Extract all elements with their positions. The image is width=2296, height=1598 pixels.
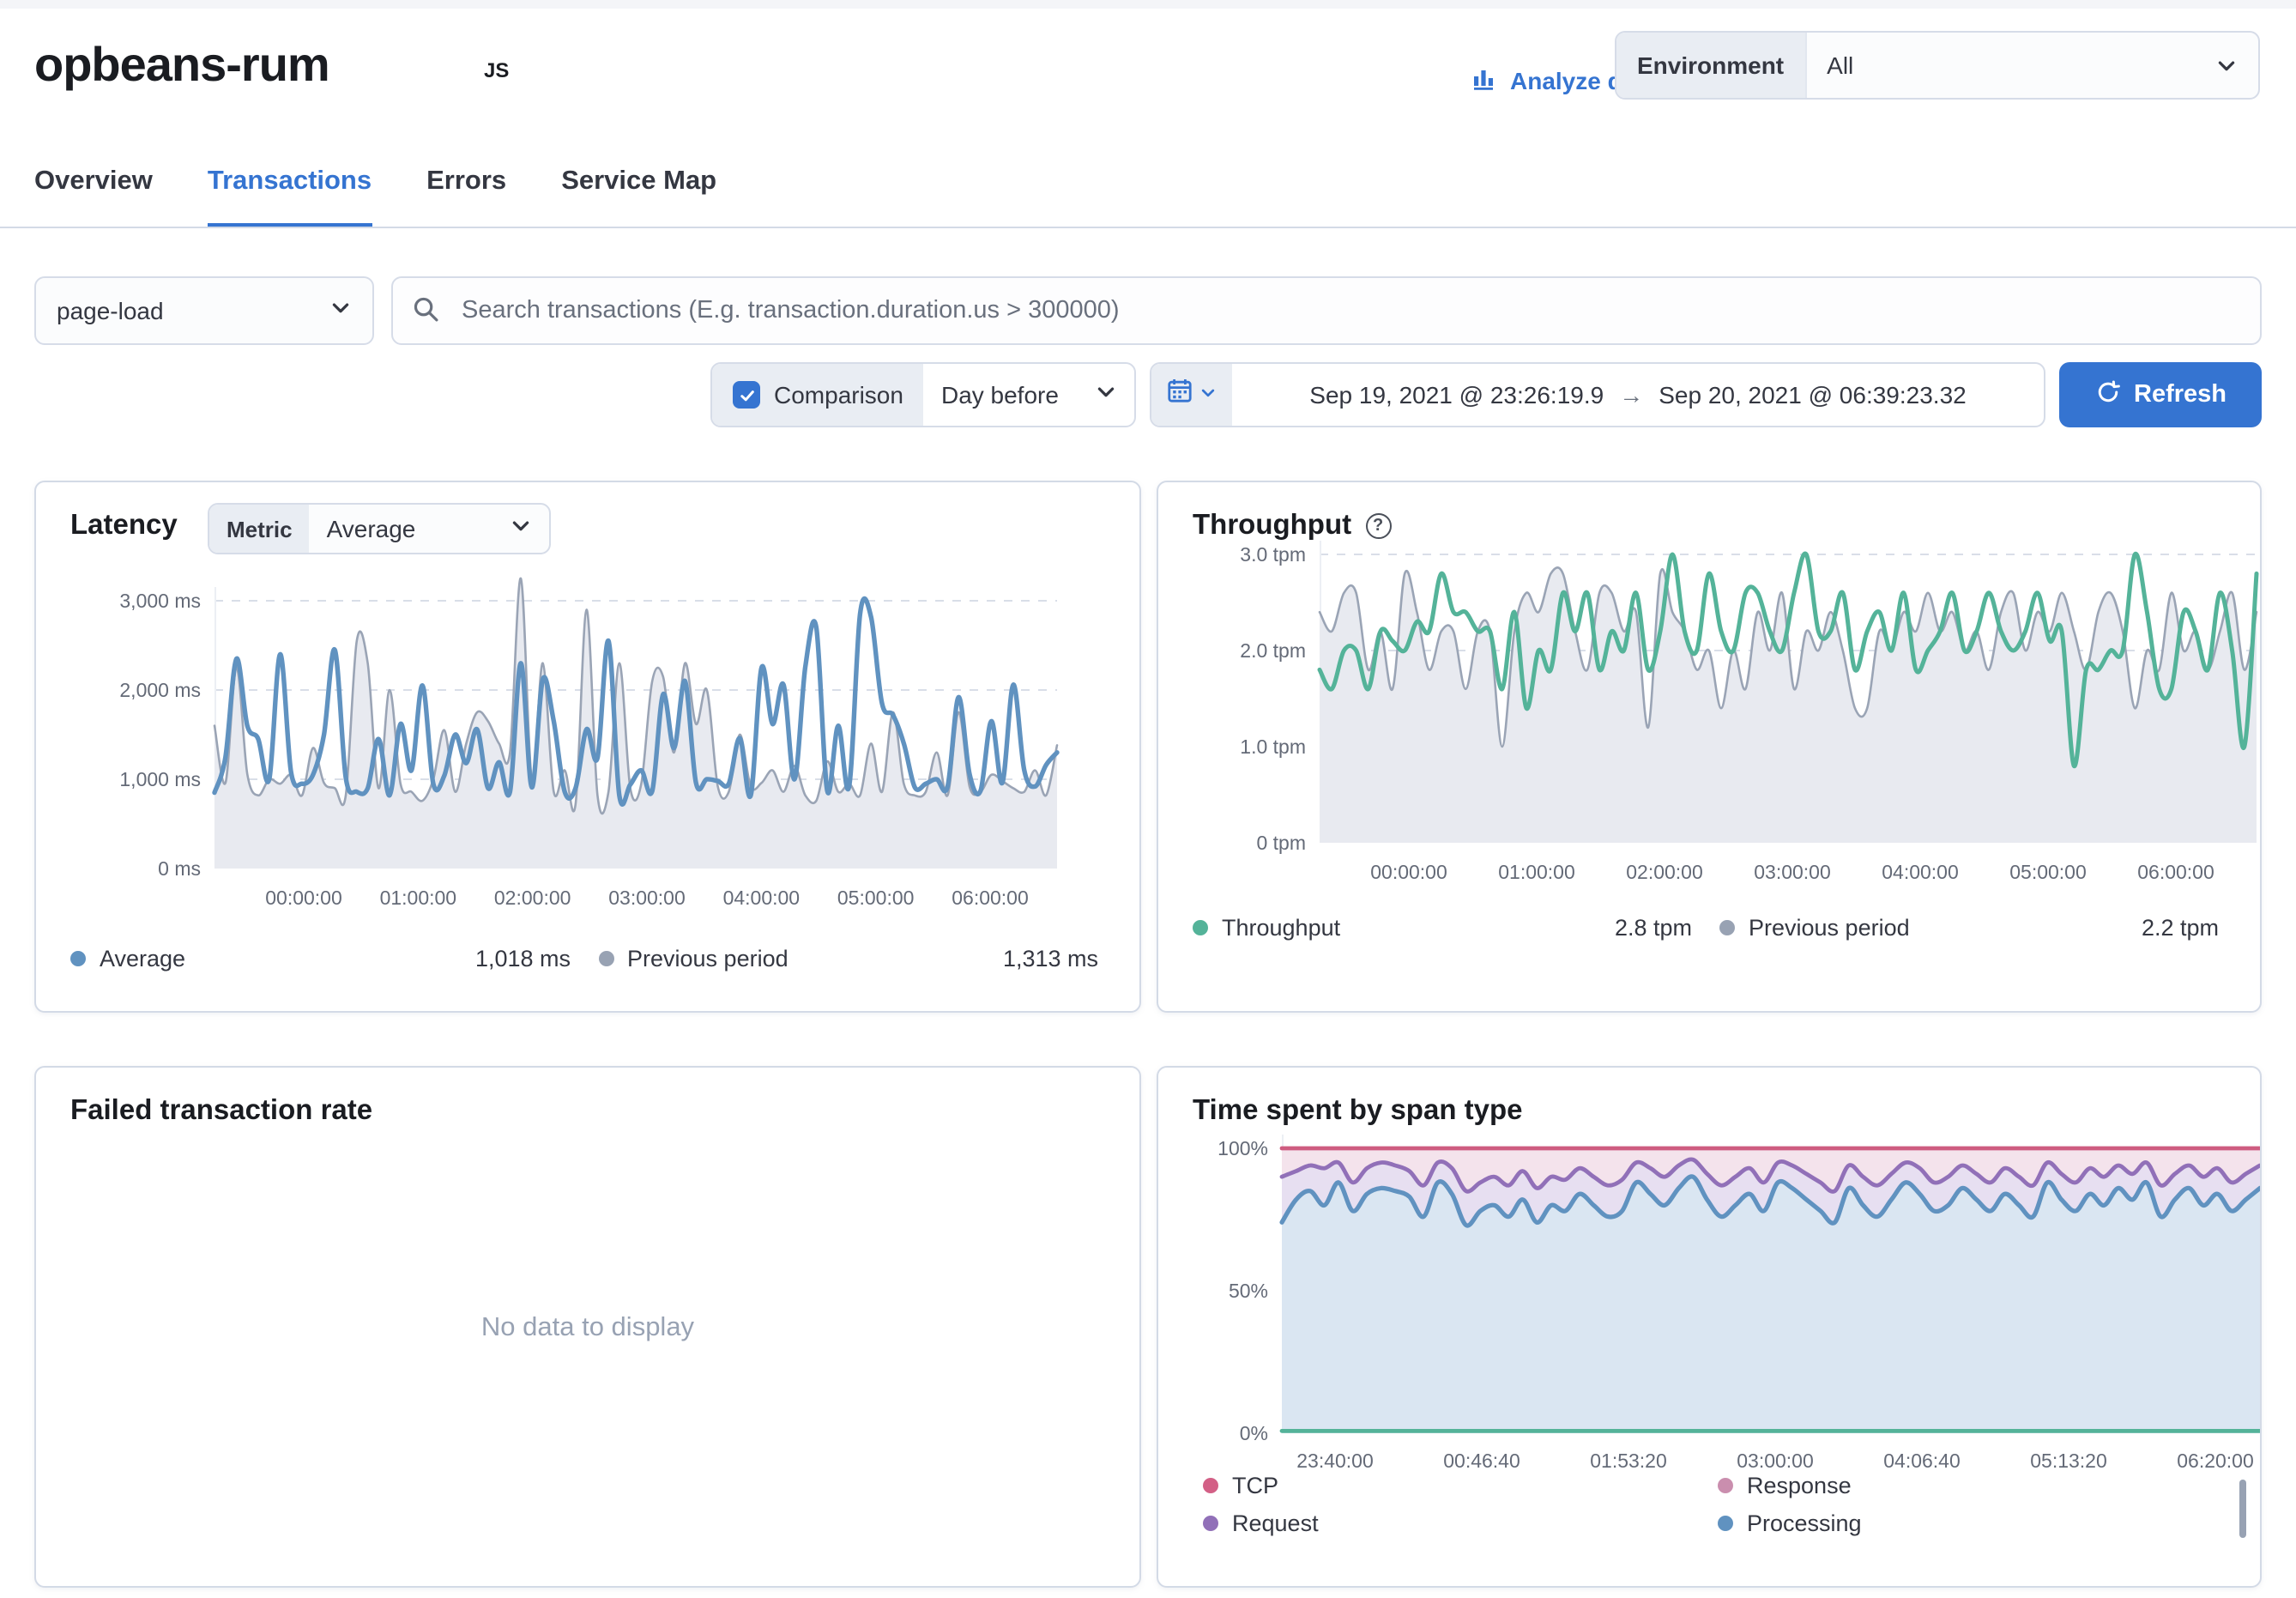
environment-select[interactable]: Environment All (1615, 31, 2260, 100)
svg-text:02:00:00: 02:00:00 (494, 887, 571, 909)
span-type-legend: TCP Response Request Processing (1203, 1473, 2233, 1536)
svg-text:05:00:00: 05:00:00 (837, 887, 915, 909)
legend-dot (1718, 1516, 1733, 1531)
svg-text:06:20:00: 06:20:00 (2177, 1450, 2254, 1472)
legend-item-tcp[interactable]: TCP (1203, 1473, 1718, 1498)
legend-item-previous-period[interactable]: Previous period 1,313 ms (598, 946, 1105, 972)
charts-row-1: Latency Metric Average 3,000 ms2,000 ms1… (34, 481, 2262, 1013)
legend-item-processing[interactable]: Processing (1718, 1510, 2233, 1536)
svg-text:05:00:00: 05:00:00 (2009, 861, 2087, 883)
environment-label: Environment (1616, 33, 1806, 98)
svg-text:23:40:00: 23:40:00 (1296, 1450, 1374, 1472)
svg-text:00:46:40: 00:46:40 (1443, 1450, 1520, 1472)
failed-transaction-rate-title: Failed transaction rate (70, 1095, 372, 1128)
legend-item-average[interactable]: Average 1,018 ms (70, 946, 577, 972)
svg-text:0 tpm: 0 tpm (1256, 832, 1306, 854)
tab-overview[interactable]: Overview (34, 166, 153, 228)
svg-text:06:00:00: 06:00:00 (952, 887, 1029, 909)
calendar-section[interactable] (1151, 364, 1232, 426)
legend-dot (1718, 1478, 1733, 1493)
chevron-down-icon (1095, 381, 1117, 409)
environment-value: All (1806, 33, 2215, 98)
svg-text:00:00:00: 00:00:00 (265, 887, 342, 909)
date-start[interactable]: Sep 19, 2021 @ 23:26:19.9 (1309, 381, 1604, 409)
page-header: opbeans-rum JS Analyze data Environment … (0, 0, 2296, 228)
comparison-period-select[interactable]: Day before (924, 364, 1134, 426)
tab-transactions[interactable]: Transactions (208, 166, 372, 228)
legend-dot (1193, 920, 1208, 935)
charts-row-2: Failed transaction rate No data to displ… (34, 1066, 2262, 1588)
svg-text:05:13:20: 05:13:20 (2030, 1450, 2107, 1472)
service-tabs: Overview Transactions Errors Service Map (34, 166, 716, 228)
js-agent-icon: JS (484, 58, 509, 82)
svg-text:2,000 ms: 2,000 ms (119, 679, 201, 701)
time-spent-by-span-type-panel: Time spent by span type 100%50%0%23:40:0… (1157, 1066, 2262, 1588)
legend-dot (1203, 1516, 1218, 1531)
tab-service-map[interactable]: Service Map (561, 166, 716, 228)
svg-text:04:00:00: 04:00:00 (1882, 861, 1959, 883)
svg-text:03:00:00: 03:00:00 (1737, 1450, 1814, 1472)
svg-text:02:00:00: 02:00:00 (1626, 861, 1703, 883)
svg-text:0%: 0% (1240, 1422, 1268, 1444)
svg-text:3,000 ms: 3,000 ms (119, 590, 201, 612)
svg-text:0 ms: 0 ms (158, 857, 201, 880)
legend-scrollbar[interactable] (2239, 1480, 2246, 1538)
transaction-type-select[interactable]: page-load (34, 276, 374, 345)
legend-item-throughput[interactable]: Throughput 2.8 tpm (1193, 915, 1699, 941)
no-data-message: No data to display (36, 1313, 1139, 1344)
calendar-icon (1167, 378, 1193, 412)
date-range-picker[interactable]: Sep 19, 2021 @ 23:26:19.9 → Sep 20, 2021… (1150, 362, 2045, 427)
apm-transactions-page: opbeans-rum JS Analyze data Environment … (0, 0, 2296, 1598)
chevron-down-icon (329, 297, 352, 324)
svg-text:04:00:00: 04:00:00 (723, 887, 801, 909)
legend-item-response[interactable]: Response (1718, 1473, 2233, 1498)
throughput-legend: Throughput 2.8 tpm Previous period 2.2 t… (1193, 915, 2226, 941)
svg-text:03:00:00: 03:00:00 (608, 887, 686, 909)
filters-row: page-load (34, 276, 2262, 345)
legend-dot (70, 951, 86, 966)
svg-text:04:06:40: 04:06:40 (1883, 1450, 1961, 1472)
svg-text:1.0 tpm: 1.0 tpm (1240, 735, 1306, 758)
legend-dot (598, 951, 613, 966)
svg-text:06:00:00: 06:00:00 (2137, 861, 2214, 883)
svg-text:100%: 100% (1217, 1137, 1268, 1159)
search-transactions (391, 276, 2262, 345)
throughput-panel: Throughput ? 3.0 tpm2.0 tpm1.0 tpm0 tpm0… (1157, 481, 2262, 1013)
bar-chart-icon (1472, 65, 1498, 96)
svg-text:3.0 tpm: 3.0 tpm (1240, 543, 1306, 566)
arrow-right-icon: → (1619, 381, 1643, 409)
svg-text:50%: 50% (1229, 1280, 1268, 1302)
svg-text:01:00:00: 01:00:00 (380, 887, 457, 909)
svg-text:00:00:00: 00:00:00 (1370, 861, 1447, 883)
refresh-icon (2094, 378, 2120, 411)
latency-panel: Latency Metric Average 3,000 ms2,000 ms1… (34, 481, 1141, 1013)
svg-text:1,000 ms: 1,000 ms (119, 768, 201, 790)
tab-errors[interactable]: Errors (426, 166, 506, 228)
time-controls-row: Comparison Day before Sep 19, 2021 @ 23:… (34, 362, 2262, 427)
comparison-checkbox[interactable] (733, 381, 760, 409)
header-divider (0, 227, 2296, 228)
comparison-checkbox-label[interactable]: Comparison (712, 364, 924, 426)
failed-transaction-rate-panel: Failed transaction rate No data to displ… (34, 1066, 1141, 1588)
latency-chart: 3,000 ms 2,000 ms 1,000 ms 0 ms 00:00:00 01:0… (36, 482, 1139, 1013)
search-icon (412, 295, 441, 333)
legend-dot (1719, 920, 1735, 935)
legend-dot (1203, 1478, 1218, 1493)
page-title: opbeans-rum (34, 38, 329, 93)
latency-legend: Average 1,018 ms Previous period 1,313 m… (70, 946, 1105, 972)
search-input[interactable] (391, 276, 2262, 345)
comparison-group: Comparison Day before (710, 362, 1136, 427)
svg-text:01:00:00: 01:00:00 (1498, 861, 1575, 883)
chevron-down-icon (1199, 379, 1217, 410)
svg-text:03:00:00: 03:00:00 (1754, 861, 1831, 883)
svg-text:01:53:20: 01:53:20 (1590, 1450, 1667, 1472)
legend-item-request[interactable]: Request (1203, 1510, 1718, 1536)
svg-text:2.0 tpm: 2.0 tpm (1240, 639, 1306, 662)
legend-item-previous-period[interactable]: Previous period 2.2 tpm (1719, 915, 2226, 941)
refresh-button[interactable]: Refresh (2059, 362, 2262, 427)
chevron-down-icon (2215, 33, 2258, 98)
date-end[interactable]: Sep 20, 2021 @ 06:39:23.32 (1659, 381, 1967, 409)
date-range-values: Sep 19, 2021 @ 23:26:19.9 → Sep 20, 2021… (1232, 364, 2044, 426)
